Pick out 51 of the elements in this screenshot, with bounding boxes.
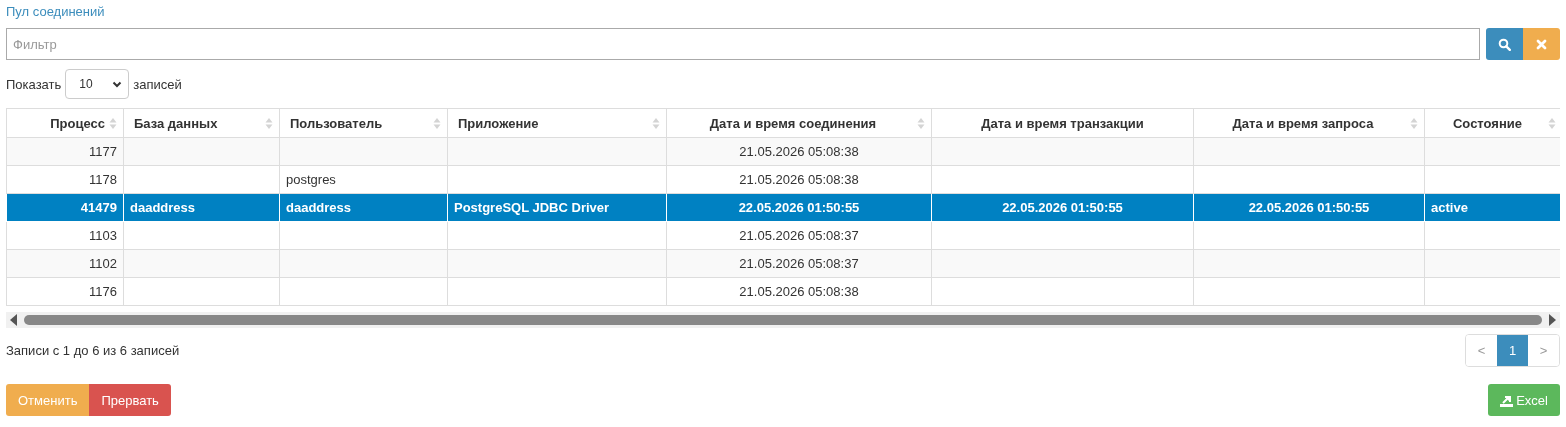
table-row[interactable]: 1178 postgres 21.05.2026 05:08:38 [6,165,1560,194]
scroll-left-icon [10,314,18,326]
table-cell: 21.05.2026 05:08:38 [739,144,859,159]
column-header[interactable]: Дата и время соединения [666,108,932,138]
table-cell: 1177 [89,144,117,159]
column-header[interactable]: Приложение [447,108,667,138]
table-cell: 22.05.2026 01:50:55 [1002,200,1123,215]
table-cell: 21.05.2026 05:08:37 [739,256,859,271]
page-title: Пул соединений [6,4,106,21]
filter-field[interactable]: Фильтр [6,28,1480,60]
table-cell: 1103 [89,228,117,243]
column-header[interactable]: Состояние [1424,108,1560,138]
column-header[interactable]: База данных [123,108,280,138]
table-cell: 21.05.2026 05:08:38 [739,172,859,187]
records-info: Записи с 1 до 6 из 6 записей [6,343,180,358]
search-icon [1498,37,1511,51]
entries-label: записей [133,76,182,92]
table-cell: PostgreSQL JDBC Driver [454,200,610,215]
table-row[interactable]: 1103 21.05.2026 05:08:37 [6,221,1560,250]
page-button[interactable]: 1 [1497,335,1528,366]
scrollbar-thumb[interactable] [24,315,1542,325]
table-row[interactable]: 41479 daaddress daaddress PostgreSQL JDBC Driver 22.05.2026 01:50:55 22.05.2026 01:50:55 22.05.2026 01:50:55 active [6,193,1560,222]
table-cell: postgres [286,172,336,187]
page-size-select[interactable]: 10 [65,69,130,99]
column-header[interactable]: Дата и время запроса [1193,108,1425,138]
table-cell: 22.05.2026 01:50:55 [1248,200,1370,215]
table-cell: 1178 [89,172,117,187]
table-cell: daaddress [286,200,352,215]
column-header[interactable]: Процесс [6,108,124,138]
table-row[interactable]: 1177 21.05.2026 05:08:38 [6,137,1560,166]
chevron-icon [112,80,123,88]
scroll-right-icon [1548,314,1556,326]
search-button[interactable] [1486,28,1523,60]
table-cell: active [1431,200,1468,215]
table-row[interactable]: 1176 21.05.2026 05:08:38 [6,277,1560,306]
table-cell: 1102 [89,256,117,271]
table-cell: 22.05.2026 01:50:55 [738,200,860,215]
table-cell: 1176 [89,284,117,299]
table-cell: 41479 [80,200,117,215]
horizontal-scrollbar[interactable] [6,312,1560,328]
abort-button[interactable]: Прервать [89,384,171,416]
table-row[interactable]: 1102 21.05.2026 05:08:37 [6,249,1560,278]
table-cell: 21.05.2026 05:08:38 [739,284,859,299]
table-cell: daaddress [130,200,196,215]
table-cell: 21.05.2026 05:08:37 [739,228,859,243]
column-header[interactable]: Дата и время транзакции [931,108,1194,138]
close-icon [1536,38,1547,50]
column-header[interactable]: Пользователь [279,108,448,138]
clear-button[interactable] [1523,28,1560,60]
export-icon [1500,393,1514,407]
show-label: Показать [6,76,62,92]
